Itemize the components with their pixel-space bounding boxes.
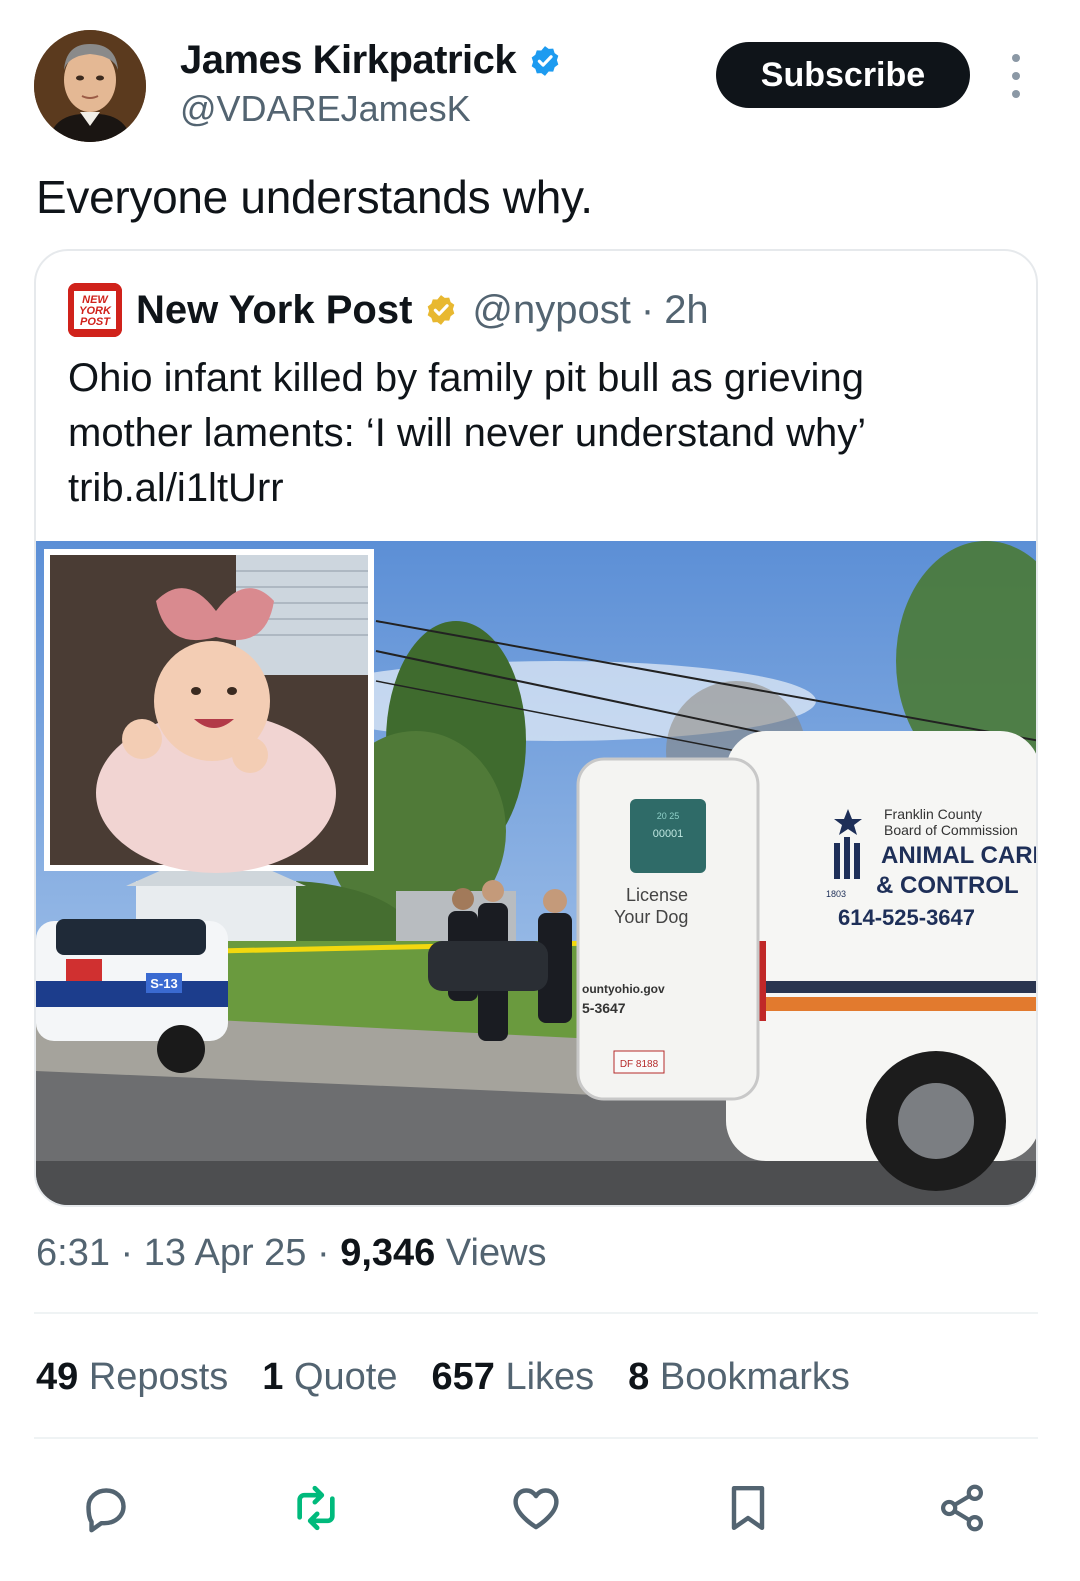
like-icon[interactable] (508, 1480, 564, 1536)
separator-dot: · (120, 1232, 134, 1274)
van-line3: ANIMAL CARE (881, 842, 1038, 869)
author-avatar[interactable] (34, 30, 146, 142)
stat-label: Likes (505, 1356, 595, 1398)
stat-label: Quote (293, 1356, 398, 1398)
quotes-stat[interactable]: 1 Quote (262, 1356, 397, 1399)
more-vertical-icon[interactable] (1004, 54, 1028, 98)
more-dot (1012, 72, 1020, 80)
subscribe-button[interactable]: Subscribe (716, 42, 970, 108)
more-dot (1012, 90, 1020, 98)
quoted-tweet-text: Ohio infant killed by family pit bull as… (68, 351, 1008, 516)
reply-icon[interactable] (78, 1480, 134, 1536)
author-name[interactable]: James Kirkpatrick (180, 38, 517, 83)
views-label: Views (445, 1232, 547, 1274)
quoted-timestamp: 2h (664, 287, 709, 332)
reposts-stat[interactable]: 49 Reposts (36, 1356, 228, 1399)
bookmark-icon[interactable] (720, 1480, 776, 1536)
door-line1: License (626, 885, 688, 905)
van-line1: Franklin County (884, 806, 982, 822)
more-dot (1012, 54, 1020, 62)
gold-verified-badge-icon (428, 295, 455, 325)
door-tag-number: 00001 (653, 828, 684, 840)
action-bar (0, 1470, 1080, 1550)
stat-label: Reposts (88, 1356, 229, 1398)
author-handle[interactable]: @VDAREJamesK (180, 88, 471, 130)
views-count: 9,346 (340, 1232, 436, 1274)
van-line4: & CONTROL (876, 872, 1019, 899)
author-name-row: James Kirkpatrick (180, 38, 562, 83)
news-photo[interactable]: S-13 Franklin County Board of Commission… (36, 541, 1038, 1205)
van-line2: Board of Commission (884, 822, 1018, 838)
share-icon[interactable] (934, 1480, 990, 1536)
likes-stat[interactable]: 657 Likes (431, 1356, 594, 1399)
quoted-author-name[interactable]: New York Post (136, 288, 412, 333)
divider (34, 1437, 1038, 1439)
news-photo-scene: S-13 Franklin County Board of Commission… (36, 541, 1038, 1205)
quoted-text-link[interactable]: trib.al/i1ltUrr (68, 461, 1008, 516)
portrait-avatar-icon (34, 30, 146, 142)
divider (34, 1312, 1038, 1314)
stat-label: Bookmarks (659, 1356, 850, 1398)
tweet-text: Everyone understands why. (36, 171, 593, 223)
nypost-logo-icon: NEW YORK POST (68, 283, 122, 337)
tweet-meta: 6:31 · 13 Apr 25 · 9,346 Views (36, 1232, 547, 1275)
quoted-text-line: mother laments: ‘I will never understand… (68, 411, 867, 455)
tweet-date[interactable]: 13 Apr 25 (144, 1232, 307, 1274)
quoted-tweet-header: NEW YORK POST New York Post @nypost · 2h (68, 281, 709, 339)
tweet-header: James Kirkpatrick @VDAREJamesK Subscribe (0, 0, 1080, 160)
quoted-tweet-card[interactable]: NEW YORK POST New York Post @nypost · 2h… (34, 249, 1038, 1207)
door-line2: Your Dog (614, 907, 688, 927)
quoted-text-line: Ohio infant killed by family pit bull as… (68, 356, 864, 400)
door-web: ountyohio.gov (582, 982, 665, 996)
door-tag-top: 20 25 (657, 811, 680, 821)
separator-dot: · (640, 287, 655, 332)
tweet-time[interactable]: 6:31 (36, 1232, 110, 1274)
svg-text:POST: POST (80, 316, 111, 328)
van-phone: 614-525-3647 (838, 905, 975, 930)
stat-count: 8 (628, 1356, 650, 1398)
repost-icon[interactable] (288, 1480, 344, 1536)
stat-count: 49 (36, 1356, 79, 1398)
bookmarks-stat[interactable]: 8 Bookmarks (628, 1356, 850, 1399)
separator-dot: · (317, 1232, 330, 1274)
van-year: 1803 (826, 889, 846, 899)
verified-badge-icon (531, 45, 559, 76)
door-phone: 5-3647 (582, 1000, 626, 1016)
engagement-stats: 49 Reposts 1 Quote 657 Likes 8 Bookmarks (36, 1356, 884, 1399)
quoted-author-handle[interactable]: @nypost (472, 288, 630, 333)
police-car-number: S-13 (150, 976, 177, 991)
door-plate: DF 8188 (620, 1059, 659, 1070)
stat-count: 1 (262, 1356, 284, 1398)
stat-count: 657 (431, 1356, 495, 1398)
